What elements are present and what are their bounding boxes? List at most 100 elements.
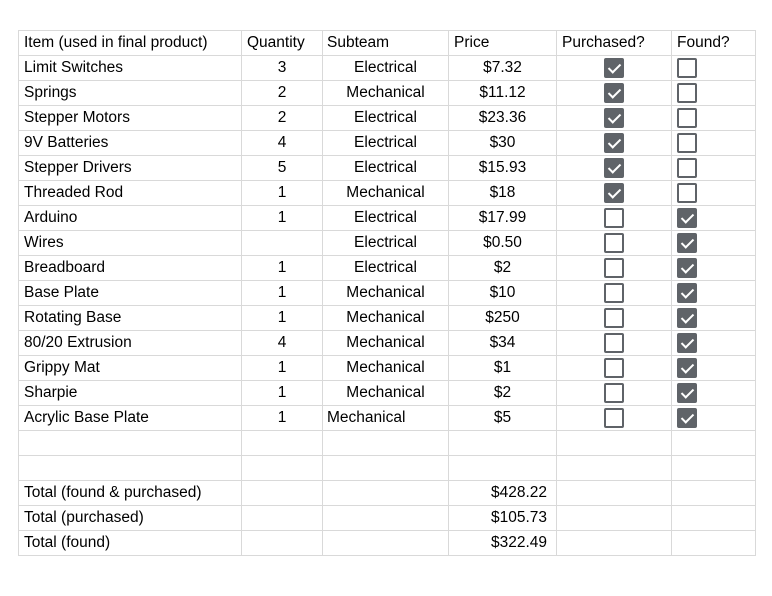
cell-price[interactable]: $2 [448,255,557,281]
found-checkbox[interactable] [677,158,697,178]
empty-cell[interactable] [448,430,557,456]
empty-cell[interactable] [241,505,323,531]
header-purchased[interactable]: Purchased? [556,30,672,56]
cell-quantity[interactable]: 1 [241,405,323,431]
cell-item[interactable]: Springs [18,80,242,106]
cell-price[interactable]: $1 [448,355,557,381]
cell-subteam[interactable]: Mechanical [322,280,449,306]
empty-cell[interactable] [241,430,323,456]
empty-cell[interactable] [322,530,449,556]
empty-cell[interactable] [322,430,449,456]
empty-cell[interactable] [556,455,672,481]
cell-price[interactable]: $23.36 [448,105,557,131]
cell-subteam[interactable]: Mechanical [322,330,449,356]
cell-item[interactable]: Arduino [18,205,242,231]
total-value[interactable]: $428.22 [448,480,557,506]
cell-price[interactable]: $34 [448,330,557,356]
cell-subteam[interactable]: Mechanical [322,80,449,106]
purchased-checkbox[interactable] [604,108,624,128]
cell-item[interactable]: Rotating Base [18,305,242,331]
cell-subteam[interactable]: Electrical [322,155,449,181]
cell-quantity[interactable]: 2 [241,105,323,131]
cell-item[interactable]: Limit Switches [18,55,242,81]
cell-quantity[interactable]: 4 [241,130,323,156]
found-checkbox[interactable] [677,133,697,153]
purchased-checkbox[interactable] [604,133,624,153]
total-value[interactable]: $322.49 [448,530,557,556]
cell-price[interactable]: $0.50 [448,230,557,256]
empty-cell[interactable] [322,505,449,531]
cell-quantity[interactable]: 3 [241,55,323,81]
empty-cell[interactable] [241,455,323,481]
purchased-checkbox[interactable] [604,258,624,278]
found-checkbox[interactable] [677,83,697,103]
cell-subteam[interactable]: Electrical [322,255,449,281]
cell-item[interactable]: 9V Batteries [18,130,242,156]
found-checkbox[interactable] [677,208,697,228]
total-label[interactable]: Total (purchased) [18,505,242,531]
purchased-checkbox[interactable] [604,58,624,78]
purchased-checkbox[interactable] [604,408,624,428]
cell-item[interactable]: Grippy Mat [18,355,242,381]
cell-quantity[interactable]: 5 [241,155,323,181]
cell-quantity[interactable]: 1 [241,355,323,381]
empty-cell[interactable] [671,455,756,481]
empty-cell[interactable] [671,480,756,506]
cell-subteam[interactable]: Mechanical [322,180,449,206]
header-item[interactable]: Item (used in final product) [18,30,242,56]
found-checkbox[interactable] [677,258,697,278]
purchased-checkbox[interactable] [604,208,624,228]
purchased-checkbox[interactable] [604,233,624,253]
cell-item[interactable]: Wires [18,230,242,256]
cell-quantity[interactable]: 4 [241,330,323,356]
empty-cell[interactable] [556,480,672,506]
purchased-checkbox[interactable] [604,158,624,178]
purchased-checkbox[interactable] [604,333,624,353]
cell-price[interactable]: $2 [448,380,557,406]
cell-subteam[interactable]: Mechanical [322,405,449,431]
cell-price[interactable]: $5 [448,405,557,431]
empty-cell[interactable] [322,480,449,506]
cell-item[interactable]: Threaded Rod [18,180,242,206]
cell-subteam[interactable]: Electrical [322,55,449,81]
cell-item[interactable]: Acrylic Base Plate [18,405,242,431]
empty-cell[interactable] [671,530,756,556]
header-found[interactable]: Found? [671,30,756,56]
empty-cell[interactable] [671,505,756,531]
empty-cell[interactable] [556,430,672,456]
cell-price[interactable]: $10 [448,280,557,306]
total-value[interactable]: $105.73 [448,505,557,531]
cell-quantity[interactable]: 1 [241,305,323,331]
empty-cell[interactable] [448,455,557,481]
found-checkbox[interactable] [677,233,697,253]
purchased-checkbox[interactable] [604,383,624,403]
cell-subteam[interactable]: Mechanical [322,380,449,406]
cell-subteam[interactable]: Mechanical [322,305,449,331]
purchased-checkbox[interactable] [604,83,624,103]
header-quantity[interactable]: Quantity [241,30,323,56]
found-checkbox[interactable] [677,308,697,328]
found-checkbox[interactable] [677,58,697,78]
cell-subteam[interactable]: Electrical [322,205,449,231]
cell-quantity[interactable]: 1 [241,255,323,281]
cell-quantity[interactable]: 1 [241,280,323,306]
cell-quantity[interactable] [241,230,323,256]
cell-quantity[interactable]: 1 [241,380,323,406]
cell-item[interactable]: Stepper Motors [18,105,242,131]
found-checkbox[interactable] [677,383,697,403]
empty-cell[interactable] [241,530,323,556]
cell-item[interactable]: Breadboard [18,255,242,281]
purchased-checkbox[interactable] [604,308,624,328]
empty-cell[interactable] [556,505,672,531]
cell-price[interactable]: $7.32 [448,55,557,81]
cell-subteam[interactable]: Electrical [322,130,449,156]
cell-price[interactable]: $11.12 [448,80,557,106]
cell-quantity[interactable]: 2 [241,80,323,106]
found-checkbox[interactable] [677,333,697,353]
found-checkbox[interactable] [677,283,697,303]
cell-quantity[interactable]: 1 [241,205,323,231]
cell-item[interactable]: Sharpie [18,380,242,406]
purchased-checkbox[interactable] [604,183,624,203]
found-checkbox[interactable] [677,183,697,203]
cell-quantity[interactable]: 1 [241,180,323,206]
